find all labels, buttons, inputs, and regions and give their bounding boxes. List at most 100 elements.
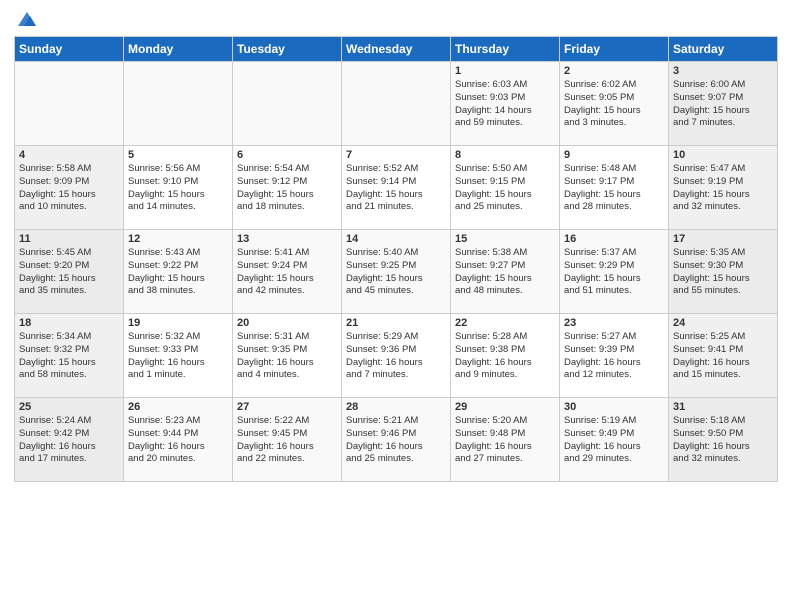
day-number: 4 <box>19 149 119 161</box>
calendar-cell: 19Sunrise: 5:32 AM Sunset: 9:33 PM Dayli… <box>124 314 233 398</box>
calendar-cell: 26Sunrise: 5:23 AM Sunset: 9:44 PM Dayli… <box>124 398 233 482</box>
calendar-cell: 6 Sunrise: 5:54 AM Sunset: 9:12 PM Daylig… <box>233 146 342 230</box>
calendar-cell: 30Sunrise: 5:19 AM Sunset: 9:49 PM Dayli… <box>560 398 669 482</box>
day-info: Sunrise: 5:22 AM Sunset: 9:45 PM Dayligh… <box>237 415 337 466</box>
day-info: Sunrise: 5:34 AM Sunset: 9:32 PM Dayligh… <box>19 331 119 382</box>
day-number: 29 <box>455 401 555 413</box>
weekday-header-monday: Monday <box>124 37 233 62</box>
week-row-5: 25Sunrise: 5:24 AM Sunset: 9:42 PM Dayli… <box>15 398 778 482</box>
calendar-cell: 4 Sunrise: 5:58 AM Sunset: 9:09 PM Daylig… <box>15 146 124 230</box>
day-info: Sunrise: 5:56 AM Sunset: 9:10 PM Dayligh… <box>128 163 228 214</box>
day-info: Sunrise: 5:18 AM Sunset: 9:50 PM Dayligh… <box>673 415 773 466</box>
day-number: 22 <box>455 317 555 329</box>
calendar-cell: 18 Sunrise: 5:34 AM Sunset: 9:32 PM Dayli… <box>15 314 124 398</box>
calendar-cell: 25Sunrise: 5:24 AM Sunset: 9:42 PM Dayli… <box>15 398 124 482</box>
page: SundayMondayTuesdayWednesdayThursdayFrid… <box>0 0 792 612</box>
calendar-cell: 16Sunrise: 5:37 AM Sunset: 9:29 PM Dayli… <box>560 230 669 314</box>
calendar-cell <box>15 62 124 146</box>
day-info: Sunrise: 5:31 AM Sunset: 9:35 PM Dayligh… <box>237 331 337 382</box>
calendar-cell <box>233 62 342 146</box>
day-info: Sunrise: 5:52 AM Sunset: 9:14 PM Dayligh… <box>346 163 446 214</box>
calendar-table: SundayMondayTuesdayWednesdayThursdayFrid… <box>14 36 778 482</box>
week-row-2: 4 Sunrise: 5:58 AM Sunset: 9:09 PM Daylig… <box>15 146 778 230</box>
day-info: Sunrise: 6:03 AM Sunset: 9:03 PM Dayligh… <box>455 79 555 130</box>
week-row-3: 11Sunrise: 5:45 AM Sunset: 9:20 PM Dayli… <box>15 230 778 314</box>
day-info: Sunrise: 5:50 AM Sunset: 9:15 PM Dayligh… <box>455 163 555 214</box>
weekday-header-sunday: Sunday <box>15 37 124 62</box>
calendar-cell: 20Sunrise: 5:31 AM Sunset: 9:35 PM Dayli… <box>233 314 342 398</box>
day-info: Sunrise: 6:02 AM Sunset: 9:05 PM Dayligh… <box>564 79 664 130</box>
day-info: Sunrise: 5:48 AM Sunset: 9:17 PM Dayligh… <box>564 163 664 214</box>
weekday-header-row: SundayMondayTuesdayWednesdayThursdayFrid… <box>15 37 778 62</box>
calendar-cell: 28 Sunrise: 5:21 AM Sunset: 9:46 PM Dayli… <box>342 398 451 482</box>
day-number: 6 <box>237 149 337 161</box>
weekday-header-thursday: Thursday <box>451 37 560 62</box>
day-info: Sunrise: 5:58 AM Sunset: 9:09 PM Dayligh… <box>19 163 119 214</box>
day-number: 30 <box>564 401 664 413</box>
logo <box>14 10 38 30</box>
calendar-cell: 24 Sunrise: 5:25 AM Sunset: 9:41 PM Dayli… <box>669 314 778 398</box>
day-number: 14 <box>346 233 446 245</box>
calendar-cell: 13 Sunrise: 5:41 AM Sunset: 9:24 PM Dayli… <box>233 230 342 314</box>
day-number: 26 <box>128 401 228 413</box>
day-number: 13 <box>237 233 337 245</box>
weekday-header-friday: Friday <box>560 37 669 62</box>
weekday-header-tuesday: Tuesday <box>233 37 342 62</box>
calendar-cell <box>342 62 451 146</box>
day-number: 24 <box>673 317 773 329</box>
day-number: 2 <box>564 65 664 77</box>
day-number: 18 <box>19 317 119 329</box>
calendar-cell: 9 Sunrise: 5:48 AM Sunset: 9:17 PM Daylig… <box>560 146 669 230</box>
calendar-cell: 14 Sunrise: 5:40 AM Sunset: 9:25 PM Dayli… <box>342 230 451 314</box>
calendar-cell: 15 Sunrise: 5:38 AM Sunset: 9:27 PM Dayli… <box>451 230 560 314</box>
calendar-cell: 1Sunrise: 6:03 AM Sunset: 9:03 PM Daylig… <box>451 62 560 146</box>
day-number: 23 <box>564 317 664 329</box>
day-number: 17 <box>673 233 773 245</box>
week-row-1: 1Sunrise: 6:03 AM Sunset: 9:03 PM Daylig… <box>15 62 778 146</box>
day-info: Sunrise: 5:20 AM Sunset: 9:48 PM Dayligh… <box>455 415 555 466</box>
logo-icon <box>16 8 38 30</box>
day-info: Sunrise: 5:38 AM Sunset: 9:27 PM Dayligh… <box>455 247 555 298</box>
calendar-cell: 23 Sunrise: 5:27 AM Sunset: 9:39 PM Dayli… <box>560 314 669 398</box>
day-info: Sunrise: 5:29 AM Sunset: 9:36 PM Dayligh… <box>346 331 446 382</box>
day-info: Sunrise: 5:47 AM Sunset: 9:19 PM Dayligh… <box>673 163 773 214</box>
calendar-cell: 11Sunrise: 5:45 AM Sunset: 9:20 PM Dayli… <box>15 230 124 314</box>
calendar-cell: 12Sunrise: 5:43 AM Sunset: 9:22 PM Dayli… <box>124 230 233 314</box>
day-number: 9 <box>564 149 664 161</box>
calendar-cell: 17 Sunrise: 5:35 AM Sunset: 9:30 PM Dayli… <box>669 230 778 314</box>
day-number: 3 <box>673 65 773 77</box>
day-number: 31 <box>673 401 773 413</box>
day-info: Sunrise: 5:54 AM Sunset: 9:12 PM Dayligh… <box>237 163 337 214</box>
day-info: Sunrise: 5:45 AM Sunset: 9:20 PM Dayligh… <box>19 247 119 298</box>
day-number: 12 <box>128 233 228 245</box>
day-number: 25 <box>19 401 119 413</box>
day-number: 8 <box>455 149 555 161</box>
day-info: Sunrise: 5:40 AM Sunset: 9:25 PM Dayligh… <box>346 247 446 298</box>
day-info: Sunrise: 5:27 AM Sunset: 9:39 PM Dayligh… <box>564 331 664 382</box>
day-number: 27 <box>237 401 337 413</box>
day-number: 7 <box>346 149 446 161</box>
day-info: Sunrise: 5:25 AM Sunset: 9:41 PM Dayligh… <box>673 331 773 382</box>
calendar-cell: 7 Sunrise: 5:52 AM Sunset: 9:14 PM Daylig… <box>342 146 451 230</box>
day-info: Sunrise: 5:32 AM Sunset: 9:33 PM Dayligh… <box>128 331 228 382</box>
day-info: Sunrise: 5:28 AM Sunset: 9:38 PM Dayligh… <box>455 331 555 382</box>
weekday-header-wednesday: Wednesday <box>342 37 451 62</box>
week-row-4: 18 Sunrise: 5:34 AM Sunset: 9:32 PM Dayli… <box>15 314 778 398</box>
calendar-cell: 3 Sunrise: 6:00 AM Sunset: 9:07 PM Daylig… <box>669 62 778 146</box>
header <box>14 10 778 30</box>
day-number: 28 <box>346 401 446 413</box>
calendar-cell: 22 Sunrise: 5:28 AM Sunset: 9:38 PM Dayli… <box>451 314 560 398</box>
calendar-cell: 10Sunrise: 5:47 AM Sunset: 9:19 PM Dayli… <box>669 146 778 230</box>
day-info: Sunrise: 6:00 AM Sunset: 9:07 PM Dayligh… <box>673 79 773 130</box>
calendar-cell: 2 Sunrise: 6:02 AM Sunset: 9:05 PM Daylig… <box>560 62 669 146</box>
day-info: Sunrise: 5:41 AM Sunset: 9:24 PM Dayligh… <box>237 247 337 298</box>
day-number: 5 <box>128 149 228 161</box>
calendar-cell <box>124 62 233 146</box>
day-info: Sunrise: 5:21 AM Sunset: 9:46 PM Dayligh… <box>346 415 446 466</box>
calendar-cell: 5 Sunrise: 5:56 AM Sunset: 9:10 PM Daylig… <box>124 146 233 230</box>
calendar-cell: 31 Sunrise: 5:18 AM Sunset: 9:50 PM Dayli… <box>669 398 778 482</box>
day-number: 15 <box>455 233 555 245</box>
calendar-cell: 27 Sunrise: 5:22 AM Sunset: 9:45 PM Dayli… <box>233 398 342 482</box>
day-info: Sunrise: 5:35 AM Sunset: 9:30 PM Dayligh… <box>673 247 773 298</box>
day-info: Sunrise: 5:37 AM Sunset: 9:29 PM Dayligh… <box>564 247 664 298</box>
